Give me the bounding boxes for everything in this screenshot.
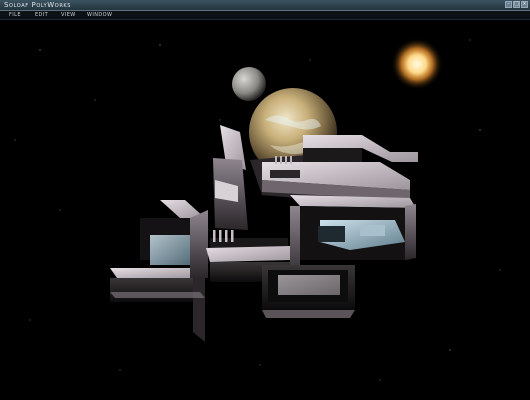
- window-controls: – □ ×: [505, 1, 528, 9]
- menu-view[interactable]: View: [52, 11, 78, 19]
- menu-window[interactable]: Window: [78, 11, 112, 19]
- minimize-button[interactable]: –: [505, 1, 512, 8]
- menu-bar: File Edit View Window: [0, 11, 530, 20]
- title-bar[interactable]: Soloaf PolyWorks – □ ×: [0, 0, 530, 11]
- scene-canvas[interactable]: [0, 20, 530, 400]
- sun-icon: [391, 38, 443, 90]
- app-window: Soloaf PolyWorks – □ × File Edit View Wi…: [0, 0, 530, 400]
- maximize-button[interactable]: □: [513, 1, 520, 8]
- menu-edit[interactable]: Edit: [26, 11, 52, 19]
- menu-file[interactable]: File: [0, 11, 26, 19]
- window-title: Soloaf PolyWorks: [4, 1, 72, 9]
- 3d-viewport[interactable]: [0, 20, 530, 400]
- close-button[interactable]: ×: [521, 1, 528, 8]
- moon-icon: [232, 67, 266, 101]
